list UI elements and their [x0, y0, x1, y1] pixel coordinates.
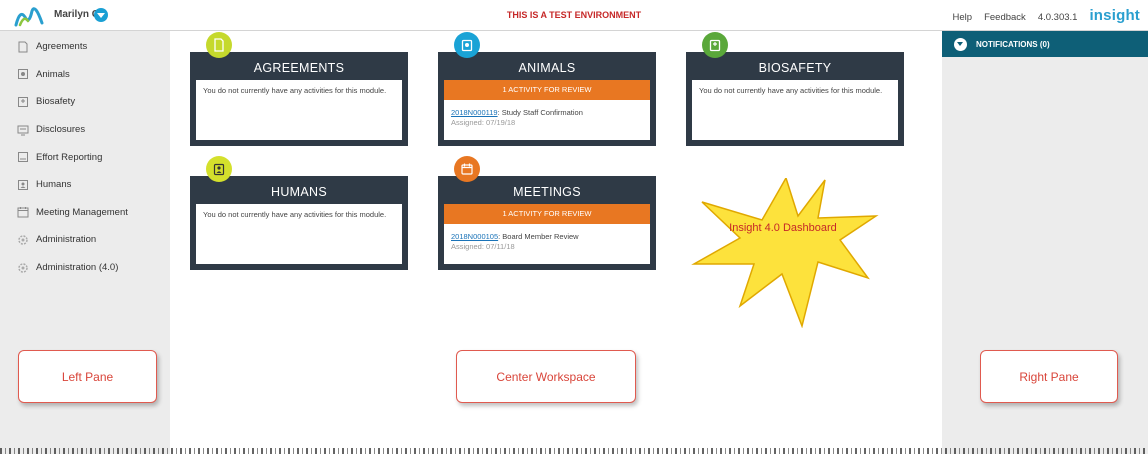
sidebar-item-label: Administration (4.0): [36, 262, 119, 274]
notifications-label: NOTIFICATIONS (0): [976, 39, 1050, 49]
person-badge-icon: [206, 156, 232, 182]
person-badge-icon: [17, 179, 29, 191]
sidebar-item-label: Biosafety: [36, 96, 76, 108]
card-message: You do not currently have any activities…: [692, 80, 898, 140]
assigned-date: Assigned: 07/11/18: [451, 241, 515, 251]
sidebar-item-effort-reporting[interactable]: Effort Reporting: [0, 143, 170, 171]
sidebar-item-label: Disclosures: [36, 124, 86, 136]
sidebar-item-agreements[interactable]: Agreements: [0, 33, 170, 61]
feedback-link[interactable]: Feedback: [984, 12, 1026, 23]
activity-item: 2018N000105: Board Member Review Assigne…: [444, 224, 650, 257]
card-title: HUMANS: [271, 185, 327, 199]
sidebar-item-administration-4[interactable]: Administration (4.0): [0, 254, 170, 282]
sidebar-item-biosafety[interactable]: Biosafety: [0, 88, 170, 116]
biosafety-card: BIOSAFETY You do not currently have any …: [686, 32, 904, 146]
gear-icon: [17, 234, 29, 246]
activity-count-band[interactable]: 1 ACTIVITY FOR REVIEW: [444, 80, 650, 100]
sidebar-item-label: Effort Reporting: [36, 151, 103, 163]
brand-logo-text[interactable]: insight: [1089, 7, 1140, 24]
biosafety-icon: [702, 32, 728, 58]
animal-icon: [454, 32, 480, 58]
version-number: 4.0.303.1: [1037, 12, 1078, 23]
sidebar-item-label: Humans: [36, 179, 72, 191]
activity-link[interactable]: 2018N000119: [451, 108, 498, 117]
gear-icon: [17, 262, 29, 274]
disclosure-icon: [17, 124, 29, 136]
activity-description: : Study Staff Confirmation: [497, 108, 583, 117]
right-pane-callout: Right Pane: [980, 350, 1118, 403]
starburst-callout: [691, 178, 879, 328]
meetings-card: MEETINGS 1 ACTIVITY FOR REVIEW 2018N0001…: [438, 156, 656, 270]
card-content: 1 ACTIVITY FOR REVIEW 2018N000119: Study…: [444, 80, 650, 140]
sidebar-item-label: Administration: [36, 234, 97, 246]
sidebar-item-label: Animals: [36, 68, 70, 80]
activity-item: 2018N000119: Study Staff Confirmation As…: [444, 100, 650, 133]
card-message: You do not currently have any activities…: [196, 204, 402, 264]
chevron-down-icon[interactable]: [954, 37, 967, 51]
insight-logo-icon: [14, 7, 44, 27]
calendar-icon: [454, 156, 480, 182]
sidebar-item-disclosures[interactable]: Disclosures: [0, 116, 170, 144]
biosafety-icon: [17, 96, 29, 108]
activity-link[interactable]: 2018N000105: [451, 232, 498, 241]
card-title: MEETINGS: [513, 185, 581, 199]
starburst-text: Insight 4.0 Dashboard: [729, 222, 837, 234]
report-icon: [17, 151, 29, 163]
calendar-icon: [17, 206, 29, 218]
agreements-card: AGREEMENTS You do not currently have any…: [190, 32, 408, 146]
humans-card: HUMANS You do not currently have any act…: [190, 156, 408, 270]
document-icon: [17, 41, 29, 53]
help-link[interactable]: Help: [953, 12, 973, 23]
left-pane-callout: Left Pane: [18, 350, 157, 403]
center-workspace-callout: Center Workspace: [456, 350, 636, 403]
sidebar-item-animals[interactable]: Animals: [0, 61, 170, 89]
card-message: You do not currently have any activities…: [196, 80, 402, 140]
top-right-links: Help Feedback 4.0.303.1 insight: [953, 7, 1140, 24]
card-title: BIOSAFETY: [758, 61, 832, 75]
document-icon: [206, 32, 232, 58]
animals-card: ANIMALS 1 ACTIVITY FOR REVIEW 2018N00011…: [438, 32, 656, 146]
card-content: 1 ACTIVITY FOR REVIEW 2018N000105: Board…: [444, 204, 650, 264]
sidebar-item-administration[interactable]: Administration: [0, 226, 170, 254]
assigned-date: Assigned: 07/19/18: [451, 117, 516, 127]
activity-count-band[interactable]: 1 ACTIVITY FOR REVIEW: [444, 204, 650, 224]
card-title: AGREEMENTS: [253, 61, 345, 75]
sidebar-item-meeting-management[interactable]: Meeting Management: [0, 199, 170, 227]
activity-description: : Board Member Review: [498, 232, 579, 241]
card-title: ANIMALS: [518, 61, 576, 75]
top-bar: Marilyn G THIS IS A TEST ENVIRONMENT Hel…: [0, 0, 1148, 31]
animal-icon: [17, 68, 29, 80]
user-name[interactable]: Marilyn G: [54, 9, 100, 20]
sidebar-item-label: Agreements: [36, 41, 88, 53]
sidebar-item-label: Meeting Management: [36, 206, 128, 218]
sidebar-item-humans[interactable]: Humans: [0, 171, 170, 199]
notifications-bar[interactable]: NOTIFICATIONS (0): [942, 31, 1148, 57]
bottom-edge-artifact: [0, 448, 1148, 454]
user-menu-chevron-icon[interactable]: [94, 8, 108, 22]
